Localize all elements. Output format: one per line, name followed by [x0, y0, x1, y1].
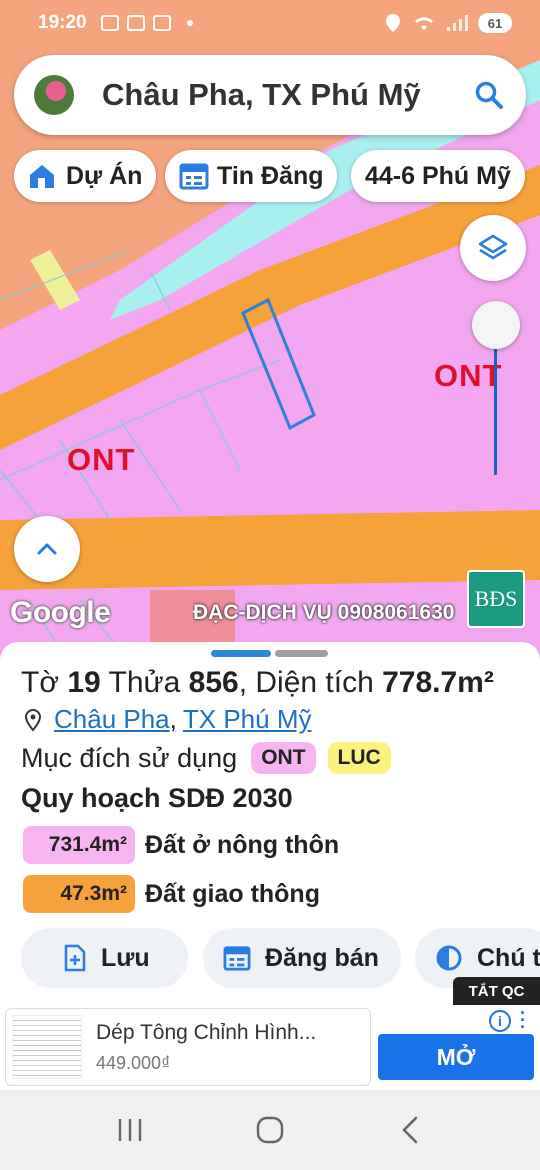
- post-sale-button[interactable]: Đăng bán: [203, 928, 401, 988]
- status-time: 19:20: [38, 12, 87, 33]
- parcel-summary: Tờ 19 Thửa 856, Diện tích 778.7m²: [21, 666, 494, 700]
- ad-open-button[interactable]: MỞ: [378, 1034, 534, 1080]
- shopee-icon: [152, 15, 171, 31]
- sheet-handle[interactable]: [275, 650, 328, 657]
- more-notifications-icon: [186, 20, 193, 26]
- chip-tin-dang[interactable]: Tin Đăng: [165, 150, 338, 202]
- system-nav-bar: [0, 1090, 540, 1170]
- notification-icons: [100, 15, 193, 31]
- sheet-handle-active[interactable]: [211, 650, 271, 657]
- ad-title: Dép Tông Chỉnh Hình...: [96, 1020, 317, 1044]
- land-use-purpose: Mục đích sử dụng ONT LUC: [21, 742, 391, 774]
- plan-land-type: Đất giao thông: [145, 879, 320, 908]
- parcel-location: Châu Pha, TX Phú Mỹ: [22, 704, 311, 735]
- ad-menu-icon[interactable]: · · ·: [520, 1004, 526, 1036]
- recent-apps-button[interactable]: [100, 1105, 160, 1155]
- recent-apps-icon: [118, 1119, 142, 1141]
- ad-price: 449.000₫: [96, 1052, 171, 1073]
- chip-du-an[interactable]: Dự Án: [14, 150, 157, 202]
- avatar[interactable]: [34, 75, 74, 115]
- ad-banner[interactable]: Dép Tông Chỉnh Hình... 449.000₫ i · · · MỞ: [0, 1004, 540, 1090]
- plan-land-type: Đất ở nông thôn: [145, 830, 340, 859]
- layers-icon: [478, 234, 508, 260]
- opacity-slider-handle[interactable]: [472, 301, 520, 349]
- purpose-label: Mục đích sử dụng: [21, 742, 238, 773]
- ad-thumbnail: [12, 1015, 82, 1079]
- status-bar: 19:20 61: [0, 0, 540, 46]
- location-separator: ,: [169, 704, 177, 734]
- search-bar[interactable]: Châu Pha, TX Phú Mỹ: [14, 55, 526, 135]
- chip-label: Dự Án: [66, 161, 143, 190]
- plot-prefix: Thửa: [108, 666, 181, 699]
- layers-button[interactable]: [460, 215, 526, 281]
- close-ad-button[interactable]: TẮT QC: [453, 977, 540, 1005]
- zone-label-ont-right: ONT: [434, 358, 503, 393]
- expand-up-button[interactable]: [14, 516, 80, 582]
- zalo-icon: [126, 15, 145, 31]
- purpose-tag-luc[interactable]: LUC: [327, 742, 391, 774]
- sheet-number: 19: [67, 666, 101, 699]
- plan-title: Quy hoạch SDĐ 2030: [21, 783, 293, 813]
- plan-area-badge: 47.3m²: [23, 875, 135, 913]
- wifi-icon: [415, 17, 433, 30]
- contrast-icon: [436, 945, 462, 971]
- zone-label-ont-left: ONT: [67, 442, 136, 477]
- opacity-slider-track[interactable]: [494, 330, 497, 475]
- calendar-icon: [179, 163, 209, 190]
- add-file-icon: [64, 944, 86, 972]
- location-icon: [386, 14, 400, 32]
- battery-icon: 61: [478, 13, 512, 33]
- plan-area-badge: 731.4m²: [23, 826, 135, 864]
- location-title[interactable]: Châu Pha, TX Phú Mỹ: [102, 77, 472, 113]
- signal-icon: [447, 15, 468, 31]
- back-button[interactable]: [380, 1105, 440, 1155]
- home-circle-icon: [256, 1116, 284, 1144]
- chip-label: 44-6 Phú Mỹ: [365, 161, 511, 190]
- map-pin-icon: [24, 708, 42, 732]
- ad-card[interactable]: Dép Tông Chỉnh Hình... 449.000₫: [5, 1008, 371, 1086]
- home-icon: [30, 165, 54, 188]
- post-sale-label: Đăng bán: [265, 943, 379, 972]
- town-link[interactable]: TX Phú Mỹ: [183, 704, 312, 735]
- save-button[interactable]: Lưu: [21, 928, 188, 988]
- sheet-prefix: Tờ: [21, 666, 59, 699]
- chevron-up-icon: [37, 543, 57, 555]
- google-logo: Google: [10, 596, 111, 629]
- area-prefix: , Diện tích: [238, 666, 374, 699]
- map-watermark: ĐẠC-DỊCH VỤ 0908061630: [193, 601, 455, 624]
- commune-link[interactable]: Châu Pha: [54, 704, 170, 735]
- chip-label: Tin Đăng: [217, 161, 324, 190]
- plan-row-residential: 731.4m² Đất ở nông thôn: [23, 826, 339, 864]
- note-label: Chú t: [477, 943, 540, 972]
- chip-location-code[interactable]: 44-6 Phú Mỹ: [351, 150, 525, 202]
- save-label: Lưu: [101, 943, 150, 972]
- plan-row-transport: 47.3m² Đất giao thông: [23, 875, 320, 913]
- search-icon: [475, 81, 503, 109]
- calendar-icon: [223, 946, 251, 971]
- parcel-area: 778.7m²: [382, 666, 494, 699]
- bds-logo[interactable]: BĐS: [467, 570, 525, 628]
- purpose-tag-ont[interactable]: ONT: [251, 742, 316, 774]
- screenshot-icon: [100, 15, 119, 31]
- search-button[interactable]: [472, 78, 506, 112]
- ad-info-icon[interactable]: i: [489, 1010, 511, 1032]
- home-button[interactable]: [240, 1105, 300, 1155]
- back-icon: [402, 1116, 418, 1144]
- plot-number: 856: [188, 666, 239, 699]
